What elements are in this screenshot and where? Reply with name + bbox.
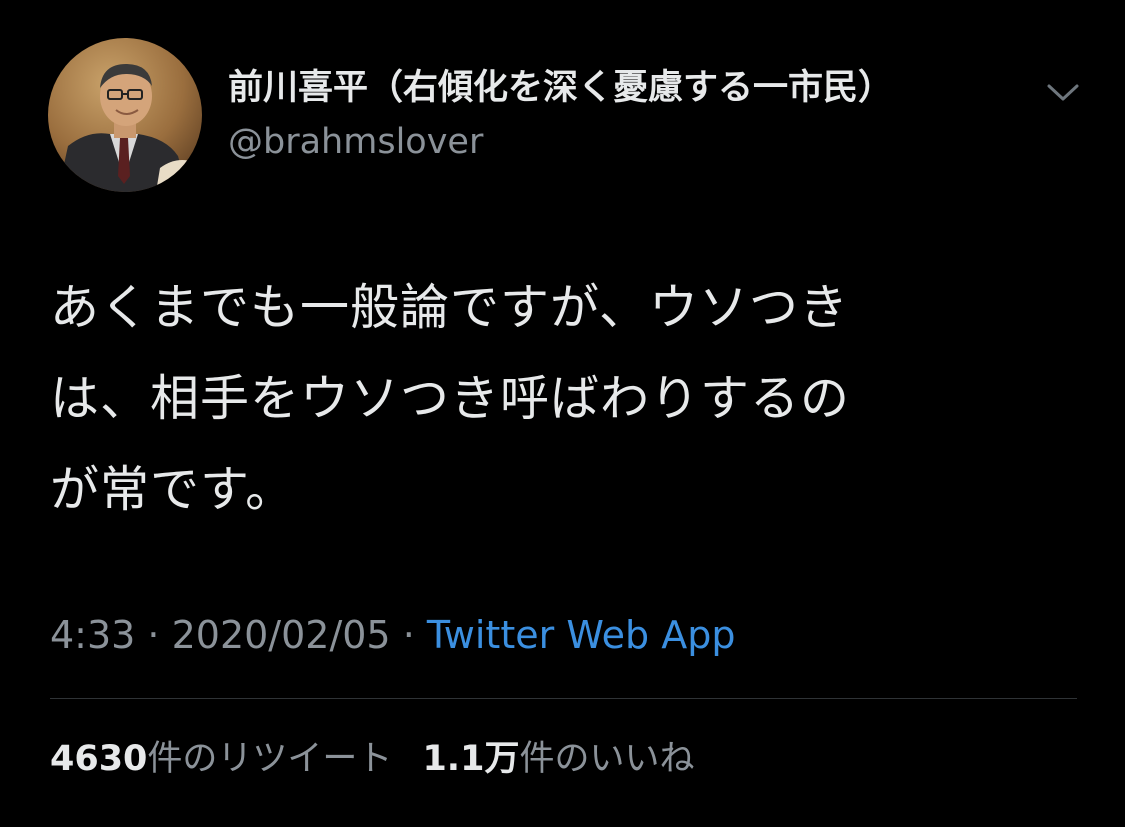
tweet-date[interactable]: 2020/02/05 [172,613,391,657]
likes-label: 件のいいね [519,739,695,779]
author-display-name[interactable]: 前川喜平（右傾化を深く憂慮する一市民） [228,64,893,112]
meta-separator: · [390,613,427,657]
tweet-meta: 4:33 · 2020/02/05 · Twitter Web App [50,610,735,660]
tweet-stats: 4630件のリツイート 1.1万件のいいね [50,735,694,783]
retweets-label: 件のリツイート [147,739,393,779]
avatar[interactable] [48,38,202,192]
divider [50,698,1077,699]
tweet-time[interactable]: 4:33 [50,613,135,657]
tweet-text-line: が常です。 [50,461,296,518]
tweet-text-line: あくまでも一般論ですが、ウソつき [50,279,850,336]
likes-count: 1.1万 [422,739,520,779]
likes-stat[interactable]: 1.1万件のいいね [422,739,694,779]
author-handle[interactable]: @brahmslover [228,118,483,166]
tweet-text-line: は、相手をウソつき呼ばわりするの [50,370,851,427]
retweets-stat[interactable]: 4630件のリツイート [50,739,392,779]
chevron-down-icon[interactable] [1040,72,1086,112]
tweet-text: あくまでも一般論ですが、ウソつき は、相手をウソつき呼ばわりするの が常です。 [50,262,1050,535]
retweets-count: 4630 [50,739,148,779]
tweet-source-link[interactable]: Twitter Web App [427,613,736,657]
meta-separator: · [135,613,172,657]
